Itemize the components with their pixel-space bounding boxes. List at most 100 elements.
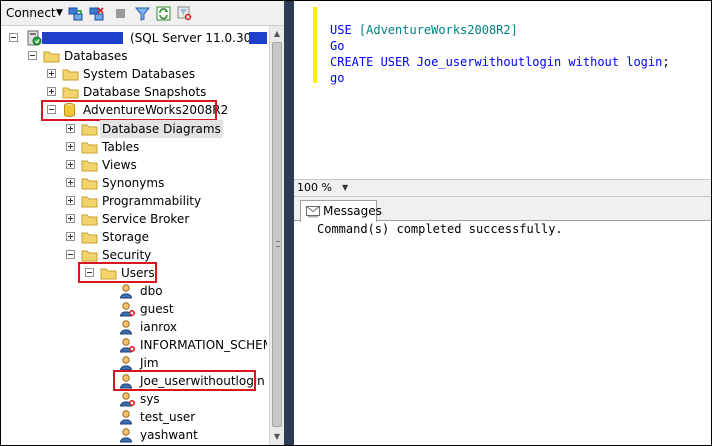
scroll-down-icon[interactable]: ▼ bbox=[270, 430, 284, 444]
sql-terminator: ; bbox=[662, 55, 670, 69]
tree-node-user-test-user[interactable]: test_user bbox=[1, 408, 269, 426]
tree-label: yashwant bbox=[140, 428, 198, 442]
sql-keyword: CREATE USER bbox=[330, 55, 417, 69]
tree-node-programmability[interactable]: Programmability bbox=[1, 192, 269, 210]
scroll-up-icon[interactable]: ▲ bbox=[270, 27, 284, 41]
refresh-icon[interactable] bbox=[156, 6, 171, 21]
tree-label: System Databases bbox=[83, 67, 196, 81]
chevron-down-icon[interactable]: ▼ bbox=[342, 180, 348, 196]
tree-node-user-dbo[interactable]: dbo bbox=[1, 282, 269, 300]
tree-label-selected: Database Diagrams bbox=[100, 120, 223, 138]
tree-node-service-broker[interactable]: Service Broker bbox=[1, 210, 269, 228]
tab-label: Messages bbox=[323, 204, 382, 218]
expand-icon[interactable] bbox=[66, 124, 75, 133]
user-icon bbox=[119, 428, 133, 443]
tree-node-user-guest[interactable]: guest bbox=[1, 300, 269, 318]
tree-label: Synonyms bbox=[102, 176, 165, 190]
collapse-icon[interactable] bbox=[66, 250, 75, 259]
object-explorer-tree: (SQL Server 11.0.3000 - Databases System… bbox=[1, 26, 269, 445]
user-icon bbox=[119, 410, 133, 425]
tree-node-views[interactable]: Views bbox=[1, 156, 269, 174]
tree-label: Storage bbox=[102, 230, 149, 244]
tree-node-user-information-schema[interactable]: INFORMATION_SCHEMA bbox=[1, 336, 269, 354]
server-name-redacted bbox=[42, 32, 123, 44]
query-editor[interactable]: USE [AdventureWorks2008R2] Go CREATE USE… bbox=[294, 1, 711, 179]
tree-node-storage[interactable]: Storage bbox=[1, 228, 269, 246]
tree-label: ianrox bbox=[140, 320, 178, 334]
filter-icon[interactable] bbox=[135, 6, 150, 21]
folder-icon bbox=[81, 250, 98, 262]
messages-icon bbox=[306, 206, 320, 218]
sql-keyword: USE bbox=[330, 23, 359, 37]
tree-label: guest bbox=[140, 302, 174, 316]
connect-dropdown-icon[interactable]: ▼ bbox=[56, 5, 63, 22]
connect-icon[interactable] bbox=[68, 6, 83, 21]
tree-node-user-yashwant[interactable]: yashwant bbox=[1, 426, 269, 444]
server-tail-redacted bbox=[249, 32, 267, 44]
code-line-4: go bbox=[330, 70, 344, 86]
user-disabled-icon bbox=[119, 302, 135, 317]
filter-settings-icon[interactable] bbox=[177, 6, 192, 21]
tree-label: sys bbox=[140, 392, 160, 406]
collapse-icon[interactable] bbox=[28, 51, 37, 60]
user-disabled-icon bbox=[119, 338, 135, 353]
tree-label: Programmability bbox=[102, 194, 202, 208]
expand-icon[interactable] bbox=[66, 160, 75, 169]
disconnect-icon[interactable] bbox=[89, 6, 104, 21]
folder-icon bbox=[81, 196, 98, 208]
scrollbar-thumb[interactable] bbox=[272, 42, 282, 427]
expand-icon[interactable] bbox=[66, 196, 75, 205]
collapse-icon[interactable] bbox=[9, 33, 18, 42]
tree-label: INFORMATION_SCHEMA bbox=[140, 338, 267, 352]
sql-user-name: Joe_userwithoutlogin bbox=[416, 55, 562, 69]
folder-icon bbox=[81, 178, 98, 190]
ssms-window: Connect ▼ (SQL Server 11.0.3000 - Databa… bbox=[0, 0, 712, 446]
sql-keyword: without login bbox=[561, 55, 663, 69]
expand-icon[interactable] bbox=[66, 214, 75, 223]
object-explorer-toolbar: Connect ▼ bbox=[1, 1, 284, 26]
results-pane: Messages Command(s) completed successful… bbox=[294, 197, 711, 445]
results-tabstrip: Messages bbox=[294, 197, 711, 222]
tree-node-database-snapshots[interactable]: Database Snapshots bbox=[1, 83, 269, 101]
tree-scrollbar[interactable]: ▲ ▼ bbox=[269, 26, 284, 445]
tree-label: Databases bbox=[64, 49, 128, 63]
folder-icon bbox=[62, 87, 79, 99]
pane-splitter[interactable] bbox=[284, 1, 294, 445]
folder-icon bbox=[62, 69, 79, 81]
tree-label: Views bbox=[102, 158, 137, 172]
sql-identifier: [AdventureWorks2008R2] bbox=[358, 23, 518, 37]
code-line-2: Go bbox=[330, 38, 344, 54]
expand-icon[interactable] bbox=[47, 69, 56, 78]
highlight-adventureworks bbox=[41, 100, 217, 121]
code-line-1: USE [AdventureWorks2008R2] bbox=[330, 22, 518, 38]
stop-icon[interactable] bbox=[113, 6, 128, 21]
tab-messages[interactable]: Messages bbox=[300, 200, 382, 222]
tree-node-databases[interactable]: Databases bbox=[1, 47, 269, 65]
zoom-value: 100 % bbox=[297, 181, 332, 194]
user-icon bbox=[119, 284, 133, 299]
expand-icon[interactable] bbox=[47, 87, 56, 96]
folder-icon bbox=[43, 51, 60, 63]
tree-node-user-sys[interactable]: sys bbox=[1, 390, 269, 408]
folder-icon bbox=[81, 124, 98, 136]
expand-icon[interactable] bbox=[66, 232, 75, 241]
connect-button[interactable]: Connect bbox=[6, 5, 56, 22]
highlight-joe-userwithoutlogin bbox=[113, 370, 256, 391]
code-line-3: CREATE USER Joe_userwithoutlogin without… bbox=[330, 54, 670, 70]
zoom-bar: 100 % ▼ bbox=[294, 179, 711, 197]
tree-label: Tables bbox=[102, 140, 140, 154]
folder-icon bbox=[81, 142, 98, 154]
result-message: Command(s) completed successfully. bbox=[317, 222, 563, 236]
tree-label: test_user bbox=[140, 410, 196, 424]
tree-node-server[interactable]: (SQL Server 11.0.3000 - bbox=[1, 29, 269, 47]
tree-label: Service Broker bbox=[102, 212, 190, 226]
tree-node-database-diagrams[interactable]: Database Diagrams bbox=[1, 120, 269, 138]
tree-node-synonyms[interactable]: Synonyms bbox=[1, 174, 269, 192]
object-explorer: Connect ▼ (SQL Server 11.0.3000 - Databa… bbox=[1, 1, 284, 445]
expand-icon[interactable] bbox=[66, 178, 75, 187]
tree-node-system-databases[interactable]: System Databases bbox=[1, 65, 269, 83]
tree-node-tables[interactable]: Tables bbox=[1, 138, 269, 156]
expand-icon[interactable] bbox=[66, 142, 75, 151]
change-tracking-bar bbox=[313, 7, 317, 83]
tree-node-user-ianrox[interactable]: ianrox bbox=[1, 318, 269, 336]
